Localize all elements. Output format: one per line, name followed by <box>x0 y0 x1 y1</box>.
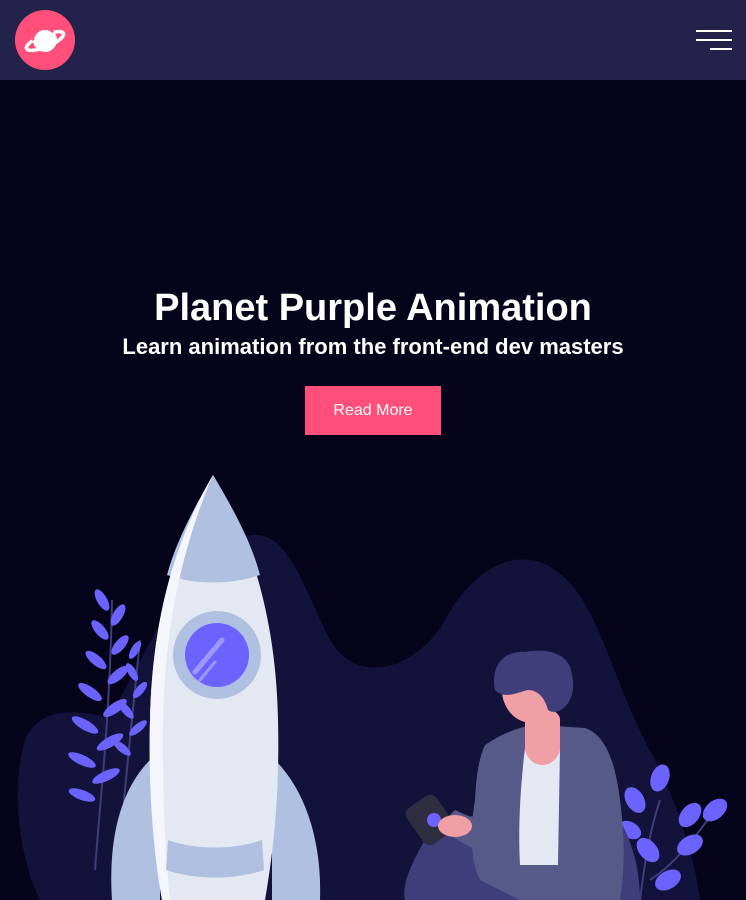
planet-icon <box>24 27 66 53</box>
hamburger-menu-icon[interactable] <box>690 26 732 54</box>
menu-line <box>696 30 732 32</box>
navbar <box>0 0 746 80</box>
hero-illustration <box>17 475 728 900</box>
hero-section: Planet Purple Animation Learn animation … <box>0 80 746 900</box>
menu-line <box>710 48 732 50</box>
read-more-button[interactable]: Read More <box>305 386 441 435</box>
hero-title: Planet Purple Animation <box>154 287 592 329</box>
menu-line <box>696 39 732 41</box>
logo[interactable] <box>15 10 75 70</box>
hero-subtitle: Learn animation from the front-end dev m… <box>122 334 624 359</box>
